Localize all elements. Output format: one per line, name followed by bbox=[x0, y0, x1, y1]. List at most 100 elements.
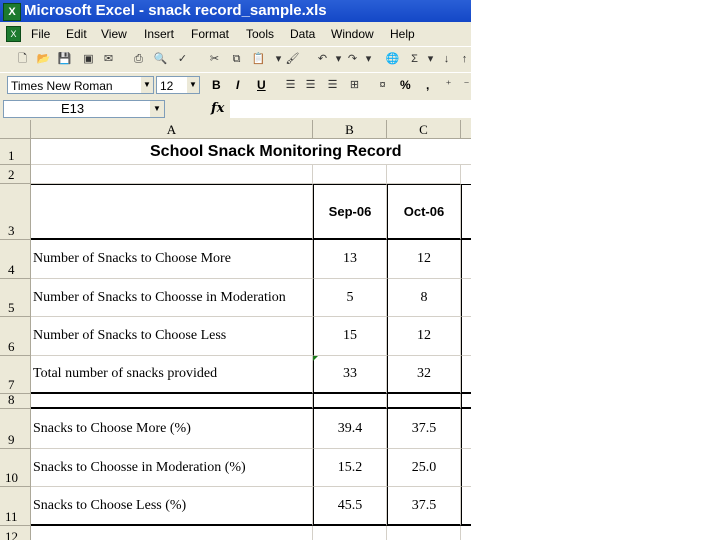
cell[interactable] bbox=[461, 184, 471, 240]
formula-input[interactable] bbox=[230, 100, 471, 118]
align-center-icon[interactable]: ☰ bbox=[302, 77, 319, 93]
italic-button[interactable]: I bbox=[236, 78, 239, 92]
increase-decimal-icon[interactable]: ⁺ bbox=[440, 77, 457, 93]
row-label[interactable]: Number of Snacks to Choose More bbox=[31, 240, 313, 279]
cell[interactable] bbox=[31, 526, 313, 540]
row-header[interactable]: 1 bbox=[0, 139, 31, 165]
decrease-decimal-icon[interactable]: ⁻ bbox=[458, 77, 471, 93]
value-cell[interactable]: 37.5 bbox=[387, 487, 461, 526]
merge-center-icon[interactable]: ⊞ bbox=[346, 77, 363, 93]
name-box[interactable]: E13 ▼ bbox=[3, 100, 165, 118]
underline-button[interactable]: U bbox=[257, 78, 266, 92]
menu-help[interactable]: Help bbox=[390, 27, 415, 41]
menu-file[interactable]: File bbox=[31, 27, 50, 41]
insert-function-icon[interactable]: fx bbox=[211, 101, 224, 116]
copy-icon[interactable]: ⧉ bbox=[228, 51, 245, 67]
month-header-oct[interactable]: Oct-06 bbox=[387, 184, 461, 240]
cell[interactable] bbox=[461, 279, 471, 317]
print-icon[interactable]: ⎙ bbox=[130, 51, 147, 67]
sort-ascending-icon[interactable]: ↓ bbox=[438, 51, 455, 67]
month-header-sep[interactable]: Sep-06 bbox=[313, 184, 387, 240]
cell[interactable] bbox=[461, 356, 471, 394]
email-icon[interactable]: ✉ bbox=[100, 51, 117, 67]
cell[interactable] bbox=[461, 449, 471, 487]
bold-button[interactable]: B bbox=[212, 78, 221, 92]
cell[interactable] bbox=[461, 394, 471, 409]
cell[interactable] bbox=[31, 165, 313, 184]
new-icon[interactable]: 🗋 bbox=[14, 51, 31, 67]
column-header-c[interactable]: C bbox=[387, 120, 461, 139]
autosum-dropdown-icon[interactable]: ▾ bbox=[422, 51, 439, 67]
row-header[interactable]: 5 bbox=[0, 279, 31, 317]
value-cell[interactable]: 13 bbox=[313, 240, 387, 279]
autosum-icon[interactable]: Σ bbox=[406, 51, 423, 67]
align-right-icon[interactable]: ☰ bbox=[324, 77, 341, 93]
font-name-select[interactable]: Times New Roman ▼ bbox=[7, 76, 154, 94]
comma-button[interactable]: , bbox=[426, 78, 429, 92]
menu-edit[interactable]: Edit bbox=[66, 27, 87, 41]
menu-data[interactable]: Data bbox=[290, 27, 315, 41]
currency-icon[interactable]: ¤ bbox=[374, 77, 391, 93]
align-left-icon[interactable]: ☰ bbox=[282, 77, 299, 93]
row-header[interactable]: 10 bbox=[0, 449, 31, 487]
column-header-d[interactable] bbox=[461, 120, 471, 139]
row-header[interactable]: 7 bbox=[0, 356, 31, 394]
row-header[interactable]: 9 bbox=[0, 409, 31, 449]
menu-format[interactable]: Format bbox=[191, 27, 229, 41]
row-label[interactable]: Snacks to Choose More (%) bbox=[31, 409, 313, 449]
row-header[interactable]: 12 bbox=[0, 526, 31, 540]
row-label[interactable]: Snacks to Choosse in Moderation (%) bbox=[31, 449, 313, 487]
redo-dropdown-icon[interactable]: ▾ bbox=[360, 51, 377, 67]
value-cell[interactable]: 39.4 bbox=[313, 409, 387, 449]
percent-button[interactable]: % bbox=[400, 78, 411, 92]
value-cell[interactable]: 12 bbox=[387, 317, 461, 356]
value-cell[interactable]: 25.0 bbox=[387, 449, 461, 487]
menu-tools[interactable]: Tools bbox=[246, 27, 274, 41]
row-header[interactable]: 2 bbox=[0, 165, 31, 184]
menu-window[interactable]: Window bbox=[331, 27, 374, 41]
undo-icon[interactable]: ↶ bbox=[314, 51, 331, 67]
format-painter-icon[interactable]: 🖌 bbox=[284, 51, 301, 67]
open-icon[interactable]: 📂 bbox=[35, 51, 52, 67]
row-header[interactable]: 8 bbox=[0, 392, 31, 409]
print-preview-icon[interactable]: 🔍 bbox=[152, 51, 169, 67]
cell[interactable] bbox=[461, 317, 471, 356]
row-label[interactable]: Total number of snacks provided bbox=[31, 356, 313, 394]
row-header[interactable]: 6 bbox=[0, 317, 31, 356]
value-cell[interactable]: 15 bbox=[313, 317, 387, 356]
value-cell[interactable]: 12 bbox=[387, 240, 461, 279]
value-cell[interactable]: 5 bbox=[313, 279, 387, 317]
paste-icon[interactable]: 📋 bbox=[250, 51, 267, 67]
cell[interactable] bbox=[387, 165, 461, 184]
cell[interactable] bbox=[461, 240, 471, 279]
value-cell[interactable]: 37.5 bbox=[387, 409, 461, 449]
row-label[interactable]: Number of Snacks to Choose Less bbox=[31, 317, 313, 356]
cell[interactable] bbox=[387, 394, 461, 409]
cell[interactable] bbox=[31, 394, 313, 409]
column-header-a[interactable]: A bbox=[31, 120, 313, 139]
row-label[interactable]: Number of Snacks to Choosse in Moderatio… bbox=[31, 279, 313, 317]
value-cell[interactable]: 15.2 bbox=[313, 449, 387, 487]
spelling-icon[interactable]: ✓ bbox=[174, 51, 191, 67]
cell[interactable] bbox=[313, 394, 387, 409]
cell[interactable] bbox=[461, 487, 471, 526]
column-header-b[interactable]: B bbox=[313, 120, 387, 139]
cut-icon[interactable]: ✂ bbox=[206, 51, 223, 67]
value-cell[interactable]: 45.5 bbox=[313, 487, 387, 526]
value-cell[interactable]: 8 bbox=[387, 279, 461, 317]
row-header[interactable]: 4 bbox=[0, 240, 31, 279]
cell[interactable] bbox=[313, 526, 387, 540]
workbook-icon[interactable]: X bbox=[6, 26, 21, 42]
value-cell[interactable]: 33 bbox=[313, 356, 387, 394]
cell[interactable] bbox=[31, 184, 313, 240]
menu-insert[interactable]: Insert bbox=[144, 27, 174, 41]
cell[interactable] bbox=[461, 409, 471, 449]
row-label[interactable]: Snacks to Choose Less (%) bbox=[31, 487, 313, 526]
cell[interactable] bbox=[387, 526, 461, 540]
hyperlink-icon[interactable]: 🌐 bbox=[384, 51, 401, 67]
row-header[interactable]: 3 bbox=[0, 184, 31, 240]
font-size-select[interactable]: 12 ▼ bbox=[156, 76, 200, 94]
save-icon[interactable]: 💾 bbox=[56, 51, 73, 67]
excel-app-icon[interactable]: X bbox=[3, 3, 21, 21]
worksheet-grid[interactable]: A B C 1 2 3 4 5 6 7 8 9 10 11 12 School … bbox=[0, 120, 471, 540]
